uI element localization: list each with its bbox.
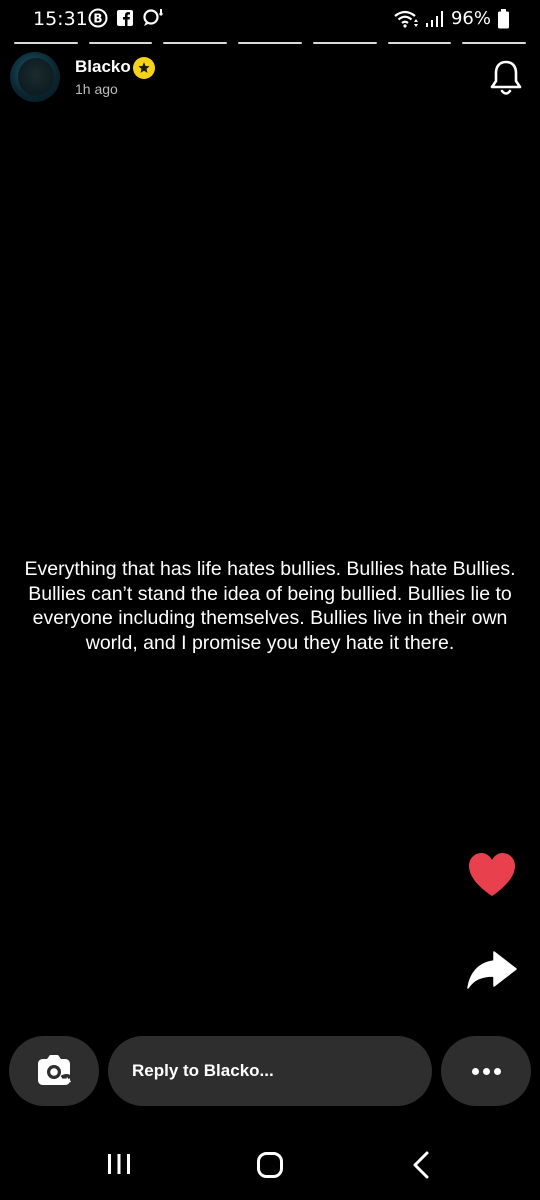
camera-flip-icon: [38, 1055, 72, 1085]
navigation-bar: [0, 1130, 540, 1200]
username[interactable]: Blacko: [75, 57, 131, 77]
home-icon[interactable]: [256, 1151, 284, 1179]
progress-segment: [312, 42, 377, 44]
chat-bubble-icon: [143, 9, 163, 26]
status-bar: 15:31 B 96%: [0, 0, 540, 38]
bell-icon[interactable]: [488, 58, 524, 98]
reply-placeholder: Reply to Blacko...: [132, 1061, 274, 1080]
back-icon[interactable]: [410, 1150, 432, 1180]
facebook-icon: [117, 10, 133, 26]
progress-segment: [387, 42, 452, 44]
svg-text:B: B: [93, 12, 102, 26]
more-options-button[interactable]: [441, 1036, 531, 1106]
progress-segment: [238, 42, 302, 44]
b-circle-icon: B: [88, 8, 108, 28]
timestamp: 1h ago: [75, 81, 118, 97]
star-badge-icon: [133, 57, 155, 79]
recent-apps-icon[interactable]: [106, 1152, 132, 1176]
progress-segment: [163, 42, 228, 44]
status-system-icons: 96%: [393, 8, 510, 29]
camera-reply-button[interactable]: [9, 1036, 99, 1106]
more-dots-icon: [471, 1067, 479, 1075]
story-text: Everything that has life hates bullies. …: [24, 558, 516, 654]
wifi-icon: [394, 10, 418, 28]
signal-icon: [425, 10, 443, 27]
more-dot: [493, 1067, 501, 1075]
battery-icon: [498, 8, 509, 28]
reply-input[interactable]: Reply to Blacko...: [108, 1036, 432, 1106]
more-dot: [482, 1067, 490, 1075]
share-icon[interactable]: [466, 948, 518, 994]
avatar[interactable]: [10, 52, 60, 102]
status-notification-icons: B: [88, 8, 164, 28]
progress-segment: [88, 42, 153, 44]
story-header: Blacko 1h ago: [0, 50, 540, 110]
heart-icon[interactable]: [466, 850, 518, 900]
progress-segment: [14, 42, 78, 44]
progress-segment: [462, 42, 527, 44]
story-progress: [14, 42, 527, 45]
status-time: 15:31: [33, 8, 88, 30]
battery-percentage: 96%: [450, 8, 491, 29]
